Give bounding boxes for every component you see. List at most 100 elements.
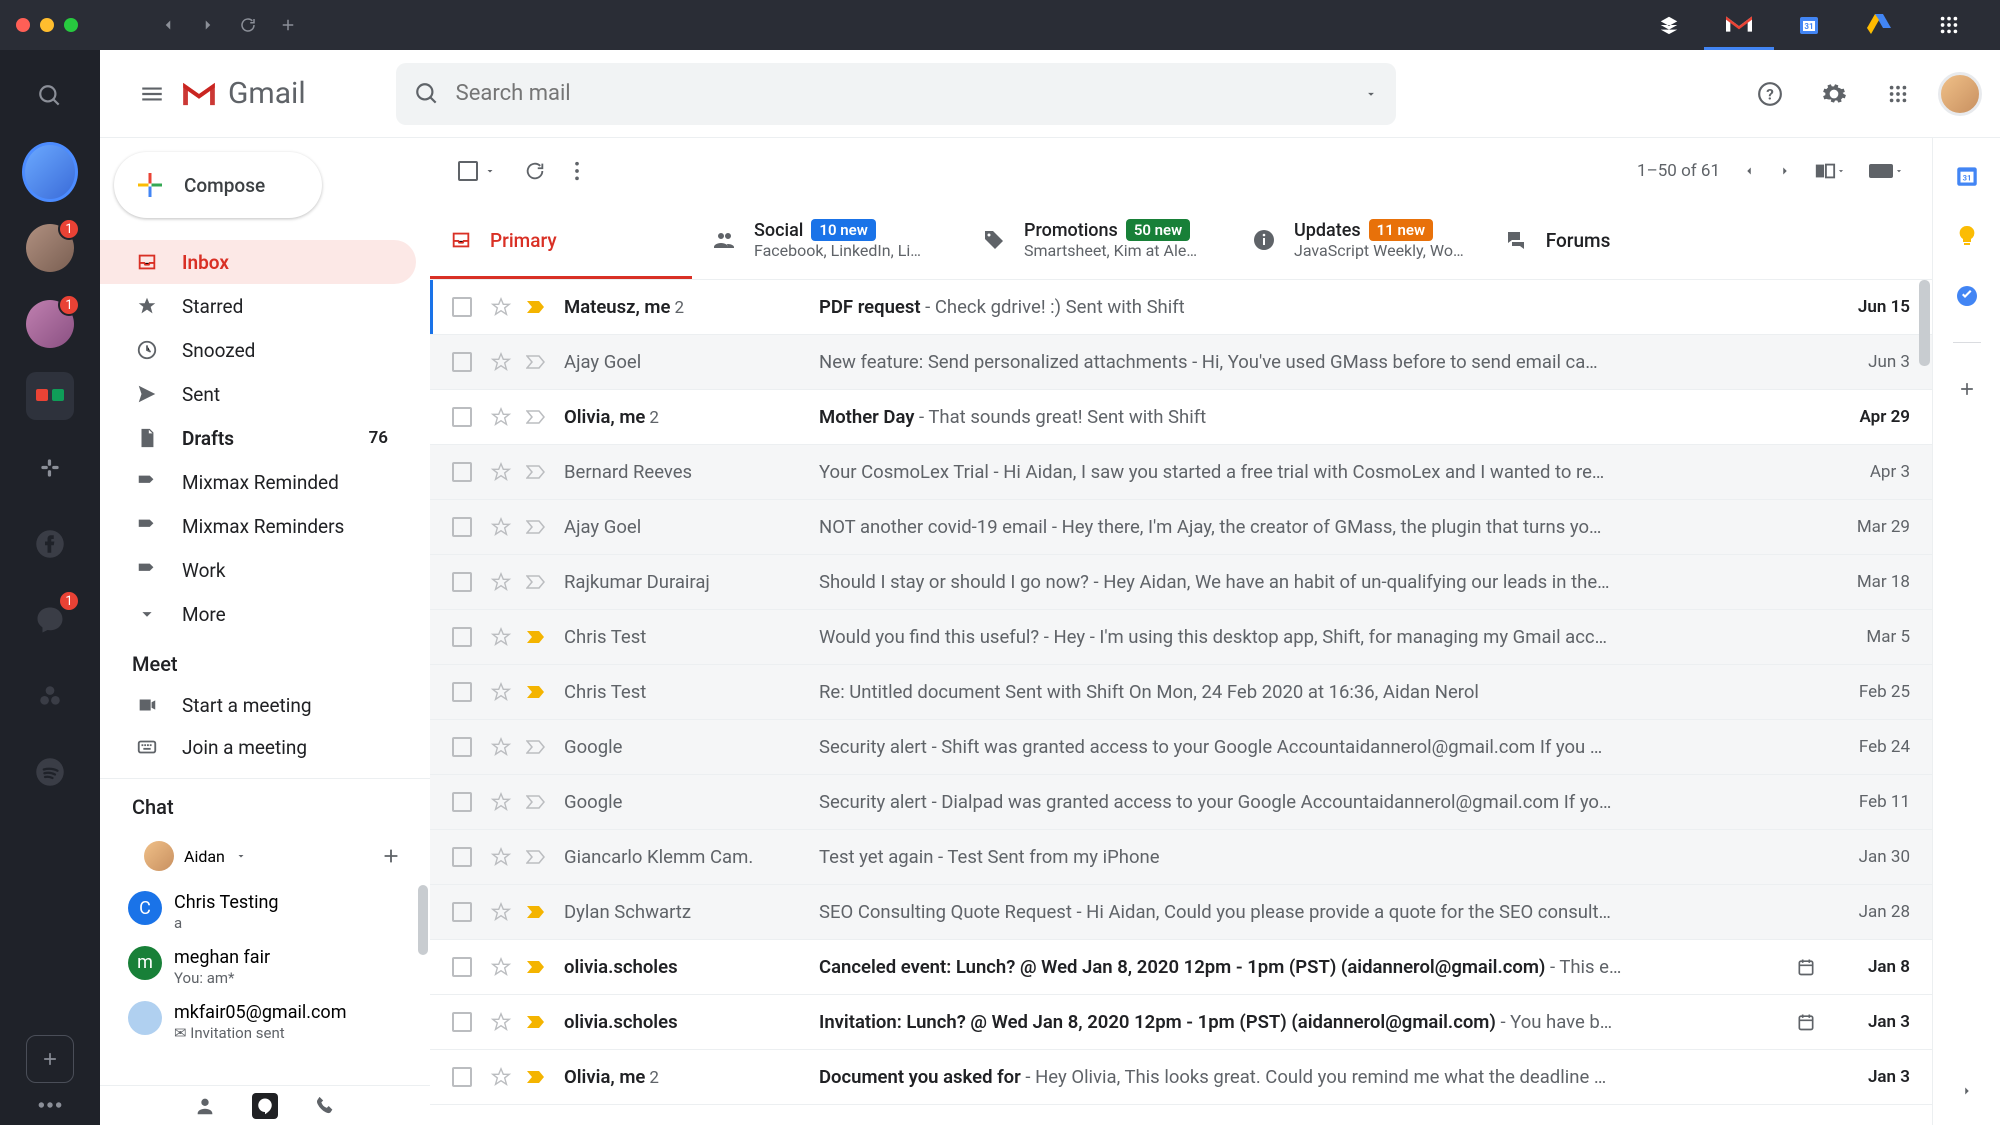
mail-row[interactable]: olivia.scholesInvitation: Lunch? @ Wed J… [430, 995, 1932, 1050]
sidebar-item-starred[interactable]: Starred [100, 284, 416, 328]
account-avatar[interactable] [1938, 72, 1982, 116]
addon-collapse[interactable] [1953, 1077, 1981, 1105]
mail-row[interactable]: GoogleSecurity alert - Shift was granted… [430, 720, 1932, 775]
star-toggle[interactable] [490, 901, 512, 923]
rail-more[interactable] [37, 1101, 63, 1109]
mail-row[interactable]: Olivia, me2Document you asked for - Hey … [430, 1050, 1932, 1105]
rail-spotify[interactable] [22, 744, 78, 800]
page-prev-button[interactable] [1742, 164, 1756, 178]
star-toggle[interactable] [490, 571, 512, 593]
tab-forums[interactable]: Forums [1484, 204, 1684, 279]
meet-join[interactable]: Join a meeting [100, 726, 430, 768]
search-input[interactable] [456, 81, 1364, 106]
importance-marker[interactable] [526, 300, 550, 314]
sidebar-item-work[interactable]: Work [100, 548, 416, 592]
maximize-window-icon[interactable] [64, 18, 78, 32]
importance-marker[interactable] [526, 1070, 550, 1084]
star-toggle[interactable] [490, 626, 512, 648]
gmail-logo[interactable]: Gmail [180, 76, 306, 111]
row-checkbox[interactable] [452, 352, 472, 372]
rail-messenger[interactable]: 1 [22, 592, 78, 648]
row-checkbox[interactable] [452, 1067, 472, 1087]
tab-primary[interactable]: Primary [430, 204, 692, 279]
star-toggle[interactable] [490, 406, 512, 428]
star-toggle[interactable] [490, 791, 512, 813]
search-box[interactable] [396, 63, 1396, 125]
importance-marker[interactable] [526, 465, 550, 479]
mail-scrollbar-thumb[interactable] [1919, 280, 1930, 366]
sidebar-item-inbox[interactable]: Inbox [100, 240, 416, 284]
importance-marker[interactable] [526, 795, 550, 809]
nav-back-button[interactable] [148, 5, 188, 45]
chat-scrollbar-thumb[interactable] [418, 885, 428, 955]
row-checkbox[interactable] [452, 462, 472, 482]
rail-account-2[interactable]: 1 [22, 220, 78, 276]
mail-row[interactable]: Giancarlo Klemm Cam.Test yet again - Tes… [430, 830, 1932, 885]
mail-row[interactable]: Ajay GoelNOT another covid-19 email - He… [430, 500, 1932, 555]
reload-button[interactable] [228, 5, 268, 45]
row-checkbox[interactable] [452, 957, 472, 977]
mail-row[interactable]: Chris TestWould you find this useful? - … [430, 610, 1932, 665]
row-checkbox[interactable] [452, 682, 472, 702]
chat-current-user[interactable]: Aidan [132, 835, 259, 877]
mail-row[interactable]: Mateusz, me2PDF request - Check gdrive! … [430, 280, 1932, 335]
rail-slack[interactable] [22, 440, 78, 496]
minimize-window-icon[interactable] [40, 18, 54, 32]
importance-marker[interactable] [526, 355, 550, 369]
sidebar-item-snoozed[interactable]: Snoozed [100, 328, 416, 372]
meet-start[interactable]: Start a meeting [100, 684, 430, 726]
rail-search[interactable] [22, 68, 78, 124]
compose-button[interactable]: Compose [114, 152, 322, 218]
sidebar-item-mixmax-reminders[interactable]: Mixmax Reminders [100, 504, 416, 548]
rail-add-app[interactable] [26, 1035, 74, 1083]
mail-row[interactable]: Bernard ReevesYour CosmoLex Trial - Hi A… [430, 445, 1932, 500]
tab-social[interactable]: Social 10 newFacebook, LinkedIn, Li… [692, 204, 962, 279]
sidebar-item-sent[interactable]: Sent [100, 372, 416, 416]
mail-row[interactable]: GoogleSecurity alert - Dialpad was grant… [430, 775, 1932, 830]
star-toggle[interactable] [490, 846, 512, 868]
topbar-app-grid[interactable] [1914, 0, 1984, 50]
tab-updates[interactable]: Updates 11 newJavaScript Weekly, Wo… [1232, 204, 1484, 279]
row-checkbox[interactable] [452, 737, 472, 757]
importance-marker[interactable] [526, 740, 550, 754]
row-checkbox[interactable] [452, 627, 472, 647]
star-toggle[interactable] [490, 351, 512, 373]
mail-row[interactable]: Olivia, me2Mother Day - That sounds grea… [430, 390, 1932, 445]
support-button[interactable]: ? [1746, 70, 1794, 118]
page-next-button[interactable] [1778, 164, 1792, 178]
importance-marker[interactable] [526, 685, 550, 699]
person-icon[interactable] [194, 1095, 216, 1117]
addon-calendar[interactable]: 31 [1953, 162, 1981, 190]
mail-row[interactable]: olivia.scholesCanceled event: Lunch? @ W… [430, 940, 1932, 995]
row-checkbox[interactable] [452, 517, 472, 537]
topbar-app-stack[interactable] [1634, 0, 1704, 50]
star-toggle[interactable] [490, 956, 512, 978]
new-tab-button[interactable] [268, 5, 308, 45]
chat-row[interactable]: mmeghan fairYou: am* [128, 940, 430, 995]
apps-button[interactable] [1874, 70, 1922, 118]
topbar-app-calendar[interactable]: 31 [1774, 0, 1844, 50]
hangouts-icon[interactable] [252, 1093, 278, 1119]
importance-marker[interactable] [526, 1015, 550, 1029]
row-checkbox[interactable] [452, 407, 472, 427]
topbar-app-drive[interactable] [1844, 0, 1914, 50]
rail-account-3[interactable]: 1 [22, 296, 78, 352]
dropdown-icon[interactable] [1364, 87, 1378, 101]
tab-promotions[interactable]: Promotions 50 newSmartsheet, Kim at Ale… [962, 204, 1232, 279]
importance-marker[interactable] [526, 575, 550, 589]
chat-new-button[interactable] [380, 845, 402, 867]
star-toggle[interactable] [490, 296, 512, 318]
addon-get-addons[interactable] [1953, 375, 1981, 403]
row-checkbox[interactable] [452, 1012, 472, 1032]
rail-workspace[interactable] [26, 372, 74, 420]
importance-marker[interactable] [526, 410, 550, 424]
row-checkbox[interactable] [452, 572, 472, 592]
sidebar-item-mixmax-reminded[interactable]: Mixmax Reminded [100, 460, 416, 504]
mail-row[interactable]: Dylan SchwartzSEO Consulting Quote Reque… [430, 885, 1932, 940]
sidebar-item-more[interactable]: More [100, 592, 416, 636]
importance-marker[interactable] [526, 520, 550, 534]
star-toggle[interactable] [490, 516, 512, 538]
importance-marker[interactable] [526, 905, 550, 919]
main-menu-button[interactable] [128, 70, 176, 118]
mail-row[interactable]: Ajay GoelNew feature: Send personalized … [430, 335, 1932, 390]
